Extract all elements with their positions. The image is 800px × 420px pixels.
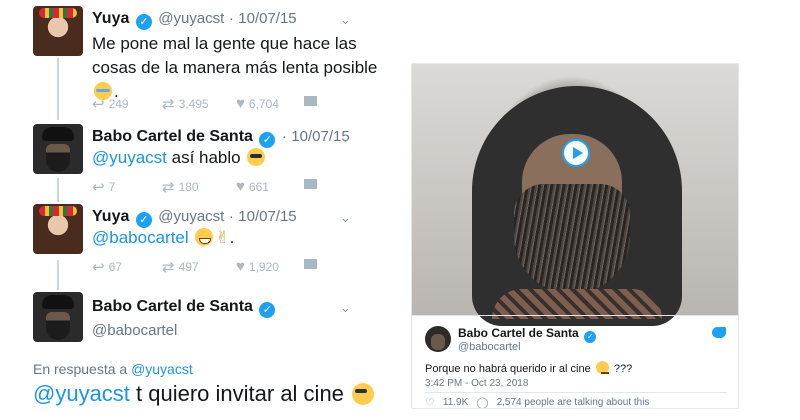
chevron-down-icon[interactable]: ⌄ bbox=[340, 300, 351, 316]
card-stats: ♡ 11.9K ◯ 2,574 people are talking about… bbox=[425, 396, 650, 408]
display-name[interactable]: Babo Cartel de Santa bbox=[92, 298, 253, 315]
tweet-text-body: t quiero invitar al cine bbox=[129, 381, 351, 406]
avatar[interactable] bbox=[425, 326, 451, 352]
handle[interactable]: @babocartel bbox=[92, 322, 177, 339]
video-player[interactable] bbox=[412, 64, 738, 326]
speech-bubble-icon[interactable]: ◯ bbox=[476, 396, 488, 408]
mention-link[interactable]: @yuyacst bbox=[33, 381, 130, 406]
card-talking-count[interactable]: 2,574 people are talking about this bbox=[497, 397, 650, 408]
verified-badge-icon: ✓ bbox=[584, 331, 597, 343]
tweet-header: Babo Cartel de Santa ✓ bbox=[92, 298, 277, 318]
card-tweet-text: Porque no habrá querido ir al cine ??? bbox=[425, 361, 632, 375]
divider bbox=[425, 392, 727, 393]
card-timestamp[interactable]: 3:42 PM - Oct 23, 2018 bbox=[425, 378, 528, 389]
play-button-icon[interactable] bbox=[562, 139, 590, 167]
avatar[interactable] bbox=[33, 292, 83, 342]
twitter-bird-icon[interactable] bbox=[712, 327, 726, 338]
reply-context: En respuesta a @yuyacst bbox=[33, 361, 193, 377]
reply-context-label: En respuesta a bbox=[33, 361, 132, 377]
card-handle[interactable]: @babocartel bbox=[458, 341, 521, 353]
card-text-end: ??? bbox=[610, 363, 633, 375]
thinking-face-emoji bbox=[595, 361, 609, 374]
embedded-tweet-card[interactable]: Babo Cartel de Santa ✓ @babocartel Porqu… bbox=[411, 63, 739, 409]
card-tweet-body: Babo Cartel de Santa ✓ @babocartel Porqu… bbox=[412, 315, 738, 408]
tweet-babo-2[interactable]: Babo Cartel de Santa ✓ ⌄ @babocartel En … bbox=[0, 0, 375, 420]
reply-to-link[interactable]: @yuyacst bbox=[131, 361, 193, 377]
tweet-thread: Yuya ✓ @yuyacst · 10/07/15 ⌄ Me pone mal… bbox=[0, 0, 377, 420]
card-text-body: Porque no habrá querido ir al cine bbox=[425, 363, 594, 375]
sunglasses-emoji bbox=[352, 383, 375, 405]
tweet-text: @yuyacst t quiero invitar al cine bbox=[33, 381, 376, 407]
card-name-text: Babo Cartel de Santa bbox=[458, 326, 579, 340]
heart-icon[interactable]: ♡ bbox=[425, 396, 435, 408]
verified-badge-icon: ✓ bbox=[259, 302, 276, 318]
card-like-count: 11.9K bbox=[442, 397, 469, 408]
